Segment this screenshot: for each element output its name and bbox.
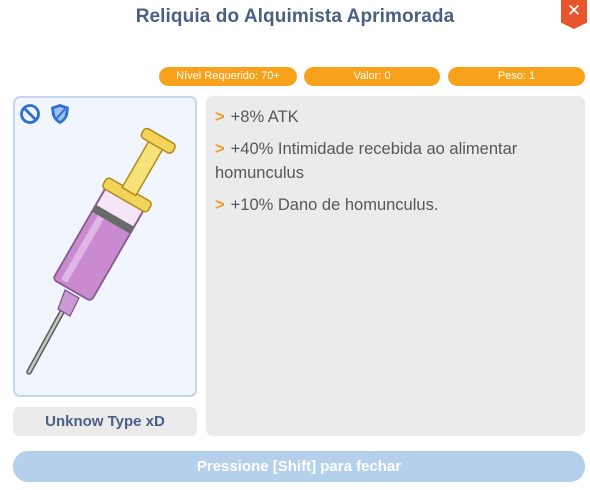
effect-line: > +10% Dano de homunculus. — [215, 193, 575, 217]
bullet-chevron: > — [215, 196, 225, 214]
effect-line: > +8% ATK — [215, 105, 575, 129]
weight-badge: Peso: 1 — [448, 67, 585, 86]
close-icon[interactable]: ✕ — [567, 1, 581, 20]
bullet-chevron: > — [215, 140, 225, 158]
effect-text: +40% Intimidade recebida ao alimentar ho… — [215, 140, 518, 182]
effect-text: +8% ATK — [230, 108, 299, 126]
close-hint-button[interactable]: Pressione [Shift] para fechar — [13, 451, 585, 482]
bullet-chevron: > — [215, 108, 225, 126]
description-panel: > +8% ATK > +40% Intimidade recebida ao al… — [206, 96, 585, 436]
required-level-badge: Nível Requerido: 70+ — [159, 67, 297, 86]
item-image-panel — [13, 96, 197, 397]
effect-text: +10% Dano de homunculus. — [230, 196, 439, 214]
window-title: Reliquia do Alquimista Aprimorada — [135, 6, 455, 27]
value-badge: Valor: 0 — [304, 67, 440, 86]
syringe-icon — [26, 127, 176, 375]
item-type-label: Unknow Type xD — [13, 407, 197, 436]
effect-line: > +40% Intimidade recebida ao alimentar h… — [215, 137, 575, 185]
